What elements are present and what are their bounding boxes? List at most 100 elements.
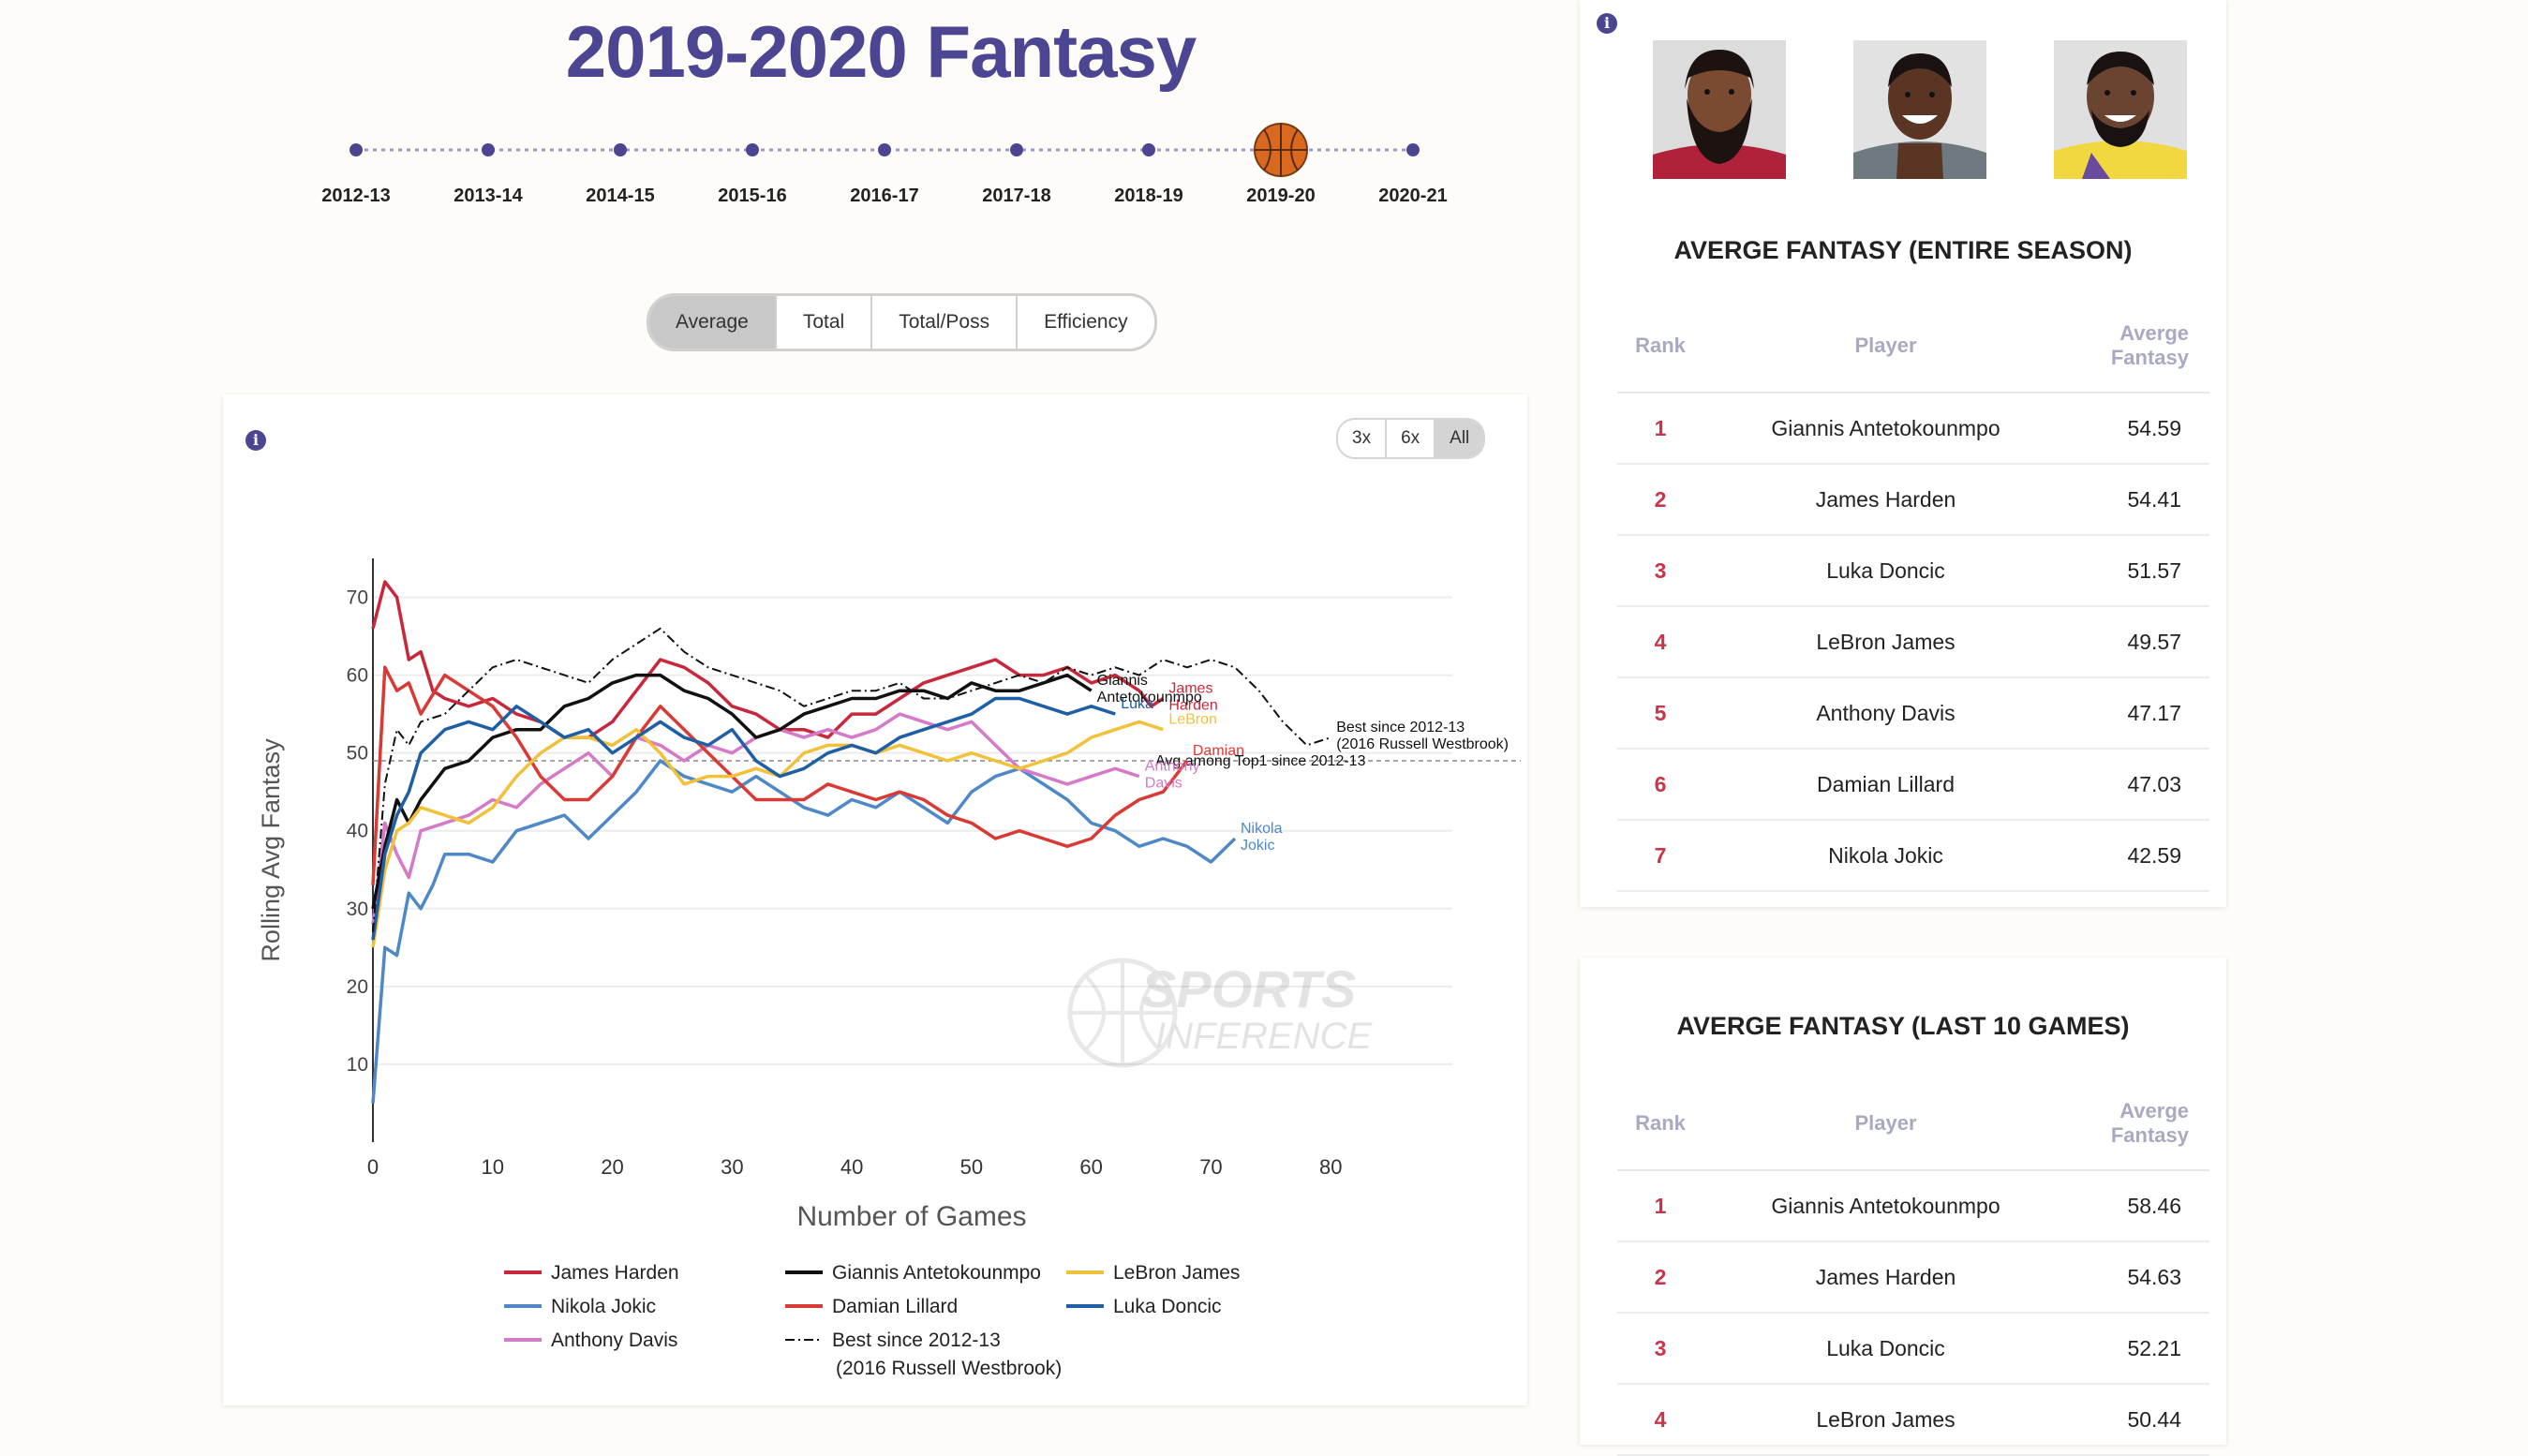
table-row[interactable]: 3 Luka Doncic 51.57 [1617,535,2209,607]
player-cell: Giannis Antetokounmpo [1703,393,2068,465]
timeline-dot[interactable] [482,143,495,156]
timeline-dot[interactable] [1142,143,1155,156]
series-end-label: Nikola [1241,821,1283,837]
player-cell: Luka Doncic [1703,535,2068,607]
timeline-season-label[interactable]: 2017-18 [982,186,1050,206]
series-end-label: (2016 Russell Westbrook) [1336,736,1509,752]
rank-cell: 1 [1617,393,1703,465]
x-tick-label: 10 [482,1155,504,1179]
column-header-player: Player [1703,300,2068,394]
x-tick-label: 80 [1319,1155,1342,1179]
value-cell: 47.03 [2068,749,2209,821]
last10-ranking-card: AVERGE FANTASY (LAST 10 GAMES) Rank Play… [1580,958,2226,1456]
timeline-season-label[interactable]: 2014-15 [586,186,654,206]
tab-average[interactable]: Average [649,296,775,349]
table-row[interactable]: 3 Luka Doncic 52.21 [1617,1313,2209,1385]
legend-label[interactable]: Damian Lillard [832,1296,958,1317]
value-cell: 54.63 [2068,1241,2209,1314]
table-row[interactable]: 1 Giannis Antetokounmpo 54.59 [1617,393,2209,465]
value-cell: 52.21 [2068,1313,2209,1385]
timeline-season-label[interactable]: 2016-17 [850,186,918,206]
timeline-dot[interactable] [349,143,363,156]
x-tick-label: 60 [1079,1155,1102,1179]
series-end-label: Luka [1121,696,1153,712]
table-row[interactable]: 2 James Harden 54.41 [1617,464,2209,536]
series-end-label: Anthony [1145,759,1200,775]
column-header-rank: Rank [1617,1077,1703,1171]
y-tick-label: 50 [347,743,368,765]
info-icon[interactable]: i [1597,13,1617,34]
legend-label[interactable]: Anthony Davis [551,1330,677,1351]
timeline-dot[interactable] [614,143,627,156]
timeline-dot[interactable] [1406,143,1420,156]
tab-total[interactable]: Total [774,296,870,349]
rank-cell: 4 [1617,606,1703,678]
x-tick-label: 20 [601,1155,623,1179]
timeline-season-label[interactable]: 2020-21 [1378,186,1447,206]
table-row[interactable]: 7 Nikola Jokic 42.59 [1617,820,2209,892]
timeline-dot[interactable] [878,143,891,156]
column-header-value: Averge Fantasy [2068,1077,2209,1171]
column-header-player: Player [1703,1077,2068,1171]
rank-cell: 2 [1617,464,1703,536]
series-line-0[interactable] [371,580,1165,739]
tab-total-poss[interactable]: Total/Poss [870,296,1016,349]
basketball-icon[interactable] [1254,123,1308,177]
player-cell: James Harden [1703,1241,2068,1314]
legend-label[interactable]: Luka Doncic [1113,1296,1222,1317]
timeline-dot[interactable] [746,143,759,156]
table-row[interactable]: 4 LeBron James 49.57 [1617,606,2209,678]
legend-label[interactable]: Nikola Jokic [551,1296,656,1317]
series-line-7[interactable] [372,627,1331,932]
season-timeline: 2012-13 2013-14 2014-15 2015-16 2016-17 2017-… [321,123,1448,206]
x-tick-label: 30 [721,1155,743,1179]
table-row[interactable]: 5 Anthony Davis 47.17 [1617,677,2209,750]
player-cell: Nikola Jokic [1703,820,2068,892]
rank-cell: 5 [1617,677,1703,750]
table-row[interactable]: 2 James Harden 54.63 [1617,1241,2209,1314]
season-ranking-table: Rank Player Averge Fantasy 1 Giannis Ante… [1617,300,2209,892]
y-tick-label: 60 [347,665,368,687]
timeline-season-label[interactable]: 2012-13 [321,186,390,206]
table-row[interactable]: 6 Damian Lillard 47.03 [1617,749,2209,821]
column-header-rank: Rank [1617,300,1703,394]
tab-efficiency[interactable]: Efficiency [1016,296,1154,349]
value-cell: 49.57 [2068,606,2209,678]
series-line-2[interactable] [371,712,1140,925]
value-cell: 54.41 [2068,464,2209,536]
series-end-label: Giannis [1097,673,1148,689]
season-card-title: AVERGE FANTASY (ENTIRE SEASON) [1673,236,2133,264]
rank-cell: 6 [1617,749,1703,821]
table-row[interactable]: 4 LeBron James 50.44 [1617,1384,2209,1456]
legend-label[interactable]: Giannis Antetokounmpo [832,1262,1041,1284]
series-line-5[interactable] [371,720,1164,948]
legend-label[interactable]: Best since 2012-13 [832,1330,1001,1351]
legend-label[interactable]: LeBron James [1113,1262,1240,1284]
legend-label[interactable]: (2016 Russell Westbrook) [836,1358,1062,1379]
last10-ranking-table: Rank Player Averge Fantasy 1 Giannis Ante… [1617,1077,2209,1456]
series-end-label: Jokic [1241,838,1274,854]
player-cell: Luka Doncic [1703,1313,2068,1385]
timeline-dot[interactable] [1010,143,1023,156]
series-line-6[interactable] [371,696,1116,941]
player-photo-harden [1653,40,1786,179]
column-header-value: Averge Fantasy [2068,300,2209,394]
timeline-season-label[interactable]: 2013-14 [454,186,523,206]
timeline-season-label[interactable]: 2015-16 [718,186,786,206]
legend-label[interactable]: James Harden [551,1262,679,1284]
table-row[interactable]: 1 Giannis Antetokounmpo 58.46 [1617,1170,2209,1242]
timeline-season-label[interactable]: 2018-19 [1114,186,1182,206]
chart-card: i 3x 6x All 10 20 30 40 50 60 70 0 10 20 30 40 50 60 7… [223,394,1527,1405]
y-axis-title: Rolling Avg Fantasy [257,738,285,962]
y-tick-label: 70 [347,587,368,609]
rank-cell: 1 [1617,1170,1703,1242]
player-photo-lebron [2054,40,2187,179]
watermark-line2: INFERENCE [1155,1016,1373,1057]
rank-cell: 4 [1617,1384,1703,1456]
series-end-label: Best since 2012-13 [1336,720,1465,735]
watermark-line1: SPORTS [1141,959,1356,1018]
value-cell: 47.17 [2068,677,2209,750]
player-cell: LeBron James [1703,1384,2068,1456]
series-line-1[interactable] [371,759,1237,1104]
timeline-season-label[interactable]: 2019-20 [1246,186,1315,206]
